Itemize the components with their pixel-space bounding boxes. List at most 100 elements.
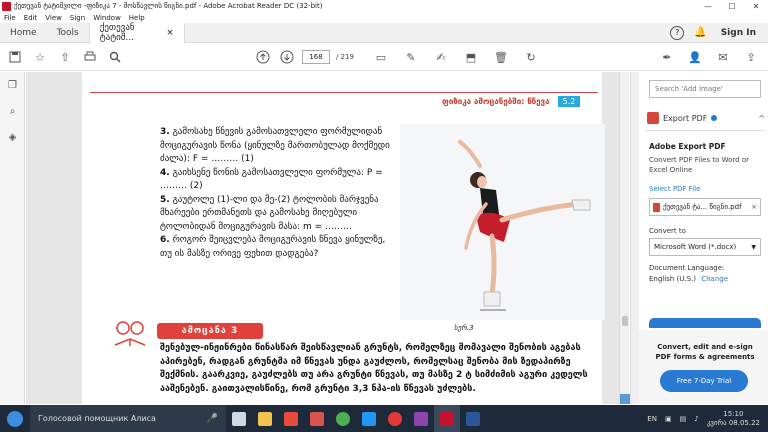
taskbar-app-media[interactable] — [382, 405, 408, 432]
page-header: ფიზიკა ამოცანებში: წნევა 5.2 — [442, 94, 581, 108]
chevron-down-icon: ▼ — [751, 243, 756, 251]
menu-window[interactable]: Window — [93, 14, 121, 22]
convert-format-value: Microsoft Word (*.docx) — [654, 243, 737, 251]
page-total: / 219 — [336, 53, 354, 61]
start-button[interactable] — [0, 405, 30, 432]
export-pdf-icon — [647, 112, 659, 124]
taskbar-app-chrome[interactable] — [330, 405, 356, 432]
save-icon[interactable] — [6, 48, 24, 66]
tab-document-label: ქეთევან ტატიშ... — [99, 22, 135, 43]
microphone-icon[interactable]: 🎤 — [207, 414, 218, 424]
scrollbar-thumb[interactable] — [622, 316, 628, 326]
info-dot-icon — [711, 115, 718, 121]
taskbar-app-yandex[interactable] — [278, 405, 304, 432]
comment-icon[interactable]: ▭ — [372, 48, 390, 66]
help-icon[interactable]: ? — [670, 25, 685, 40]
select-pdf-link[interactable]: Select PDF File — [649, 185, 700, 193]
fill-sign-icon[interactable]: ✒ — [658, 48, 676, 66]
taskbar-app-photos[interactable] — [408, 405, 434, 432]
header-rule — [90, 92, 598, 93]
delete-icon[interactable]: 🗑 — [492, 48, 510, 66]
activity-badge: ამოცანა 3 — [157, 323, 263, 339]
language-row: English (U.S.) Change — [649, 275, 728, 283]
taskbar-app-taskview[interactable] — [226, 405, 252, 432]
sign-pen-icon[interactable]: ✍ — [432, 48, 450, 66]
left-nav-rail: ❐ ⌕ ◈ — [0, 72, 25, 404]
export-pdf-header[interactable]: Export PDF ^ — [647, 112, 765, 124]
right-tools-pane: Search 'Add Image' Export PDF ^ Adobe Ex… — [630, 72, 768, 404]
windows-taskbar: Голосовой помощник Алиса 🎤 EN ▣ ▤ ♪ 15:1… — [0, 405, 768, 432]
taskbar-app-store[interactable] — [356, 405, 382, 432]
remove-file-icon[interactable]: × — [751, 203, 757, 211]
volume-icon[interactable]: ♪ — [694, 415, 698, 423]
taskbar-app-word[interactable] — [460, 405, 486, 432]
close-window-button[interactable]: ✕ — [744, 0, 768, 12]
highlight-pen-icon[interactable]: ✎ — [402, 48, 420, 66]
bookmark-star-icon[interactable]: ☆ — [31, 48, 49, 66]
minimize-button[interactable]: — — [696, 0, 720, 12]
promo-box: Convert, edit and e-sign PDF forms & agr… — [639, 330, 768, 404]
share-icon[interactable]: 👤 — [686, 48, 704, 66]
menu-edit[interactable]: Edit — [24, 14, 38, 22]
taskbar-search-text: Голосовой помощник Алиса — [38, 414, 156, 423]
menu-help[interactable]: Help — [129, 14, 145, 22]
tools-search-input[interactable]: Search 'Add Image' — [649, 80, 761, 98]
system-tray: EN ▣ ▤ ♪ 15:10 კვირა 08.05.22 — [647, 410, 760, 428]
chevron-up-icon[interactable]: ^ — [758, 114, 765, 123]
clock-date: კვირა 08.05.22 — [706, 418, 760, 427]
document-viewport[interactable]: ფიზიკა ამოცანებში: წნევა 5.2 3. გამოსახე… — [26, 72, 629, 404]
menu-bar: File Edit View Sign Window Help — [0, 12, 768, 23]
menu-view[interactable]: View — [45, 14, 62, 22]
selected-file-field[interactable]: ქეთევან ტა... წიგნი.pdf × — [649, 198, 761, 216]
scroll-down-arrow-icon[interactable] — [620, 394, 630, 404]
taskbar-app-mail[interactable] — [304, 405, 330, 432]
export-title: Adobe Export PDF — [649, 142, 726, 151]
tab-close-icon[interactable]: × — [166, 28, 174, 38]
previous-page-icon[interactable] — [254, 48, 272, 66]
tab-home[interactable]: Home — [0, 23, 47, 43]
title-bar: ქეთევან ტატიშვილი -ფიზიკა 7 - მოსწავლის … — [0, 0, 768, 12]
taskbar-app-explorer[interactable] — [252, 405, 278, 432]
taskbar-app-acrobat[interactable] — [434, 405, 460, 432]
menu-file[interactable]: File — [4, 14, 16, 22]
pages-thumbnail-icon[interactable]: ❐ — [0, 72, 25, 98]
upload-cloud-icon[interactable]: ⇧ — [56, 48, 74, 66]
export-description: Convert PDF Files to Word or Excel Onlin… — [649, 156, 749, 174]
share-link-icon[interactable]: ⇪ — [742, 48, 760, 66]
divider — [645, 130, 765, 131]
export-pdf-label: Export PDF — [663, 113, 708, 123]
attachment-icon[interactable]: ⌕ — [0, 98, 25, 124]
question-item: 5. გაუტოლე (1)-ლი და მე-(2) ტოლობის მარჯ… — [160, 194, 379, 232]
taskbar-search[interactable]: Голосовой помощник Алиса 🎤 — [30, 405, 226, 432]
clock[interactable]: 15:10 კვირა 08.05.22 — [707, 410, 760, 428]
maximize-button[interactable]: ☐ — [720, 0, 744, 12]
tab-tools[interactable]: Tools — [47, 23, 89, 43]
vertical-scrollbar[interactable] — [619, 72, 630, 404]
notification-icon[interactable]: ▣ — [665, 415, 672, 423]
convert-button[interactable] — [649, 318, 761, 328]
pane-collapse-handle[interactable] — [631, 72, 639, 404]
search-icon[interactable] — [106, 48, 124, 66]
question-item: 6. როგორ შეიცვლება მოციგურავის წნევა ყინ… — [160, 235, 386, 259]
change-language-link[interactable]: Change — [701, 275, 728, 283]
language-indicator[interactable]: EN — [647, 415, 657, 423]
free-trial-button[interactable]: Free 7-Day Trial — [660, 370, 748, 392]
menu-sign[interactable]: Sign — [70, 14, 85, 22]
convert-to-label: Convert to — [649, 227, 686, 235]
tab-document[interactable]: ქეთევან ტატიშ... × — [88, 22, 185, 43]
section-number-badge: 5.2 — [557, 95, 581, 107]
pdf-page: ფიზიკა ამოცანებში: წნევა 5.2 3. გამოსახე… — [82, 72, 605, 404]
sign-in-link[interactable]: Sign In — [721, 28, 756, 38]
print-icon[interactable] — [81, 48, 99, 66]
rotate-icon[interactable]: ↻ — [522, 48, 540, 66]
convert-format-dropdown[interactable]: Microsoft Word (*.docx) ▼ — [649, 238, 761, 256]
language-value: English (U.S.) — [649, 275, 696, 283]
page-number-input[interactable]: 168 — [302, 50, 330, 64]
network-icon[interactable]: ▤ — [680, 415, 687, 423]
layers-icon[interactable]: ◈ — [0, 124, 25, 150]
bell-icon[interactable]: 🔔 — [694, 27, 706, 38]
email-icon[interactable]: ✉ — [714, 48, 732, 66]
next-page-icon[interactable] — [278, 48, 296, 66]
stamp-icon[interactable]: ⬒ — [462, 48, 480, 66]
question-item: 3. გამოსახე წნევის გამოსათვლელი ფორმულიდ… — [160, 127, 390, 164]
